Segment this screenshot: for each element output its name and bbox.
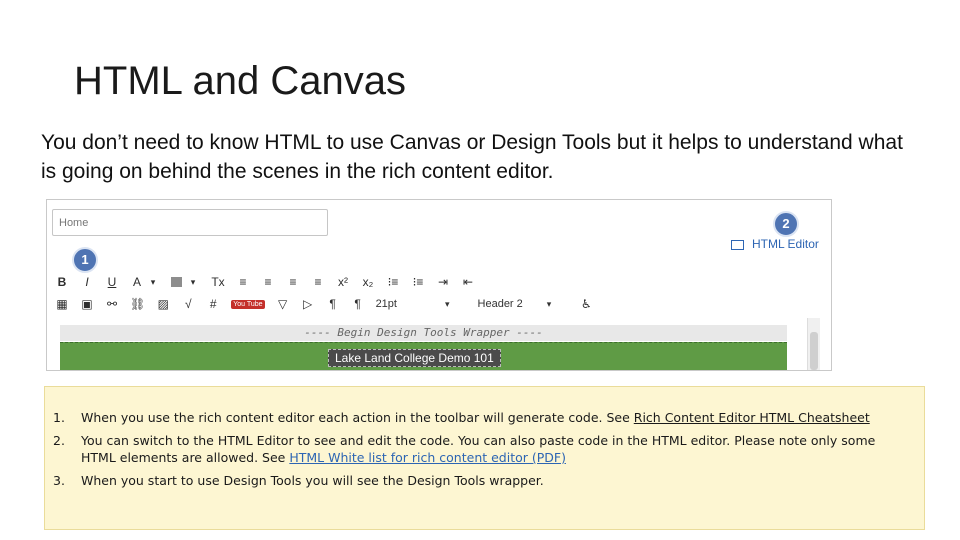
html-whitelist-link[interactable]: HTML White list for rich content editor … <box>289 450 566 465</box>
font-size-dropdown-icon: ▾ <box>444 299 450 309</box>
list-number: 2. <box>53 433 65 448</box>
format-dropdown-icon: ▾ <box>546 299 552 309</box>
bold-button[interactable]: B <box>55 275 69 289</box>
design-tools-header-band: Lake Land College Demo 101 <box>60 342 787 370</box>
slide-title: HTML and Canvas <box>74 59 406 103</box>
rich-content-area[interactable]: ---- Begin Design Tools Wrapper ---- Lak… <box>60 320 787 370</box>
list-number: 3. <box>53 473 65 488</box>
text-color-dropdown-icon[interactable]: ▾ <box>146 277 160 288</box>
font-size-select[interactable]: 21pt ▾ <box>376 298 450 310</box>
italic-button[interactable]: I <box>80 275 94 289</box>
paragraph-ltr-icon[interactable]: ¶ <box>326 297 340 311</box>
superscript-button[interactable]: x² <box>336 275 350 289</box>
indent-button[interactable]: ⇥ <box>436 275 450 289</box>
table-icon[interactable]: ▦ <box>55 297 69 311</box>
list-item: 1. When you use the rich content editor … <box>53 409 913 426</box>
paragraph-rtl-icon[interactable]: ¶ <box>351 297 365 311</box>
lti-icon[interactable]: ▽ <box>276 297 290 311</box>
course-title-banner: Lake Land College Demo 101 <box>328 349 501 367</box>
list-number: 1. <box>53 410 65 425</box>
notes-box: 1. When you use the rich content editor … <box>44 386 925 530</box>
youtube-icon[interactable]: You Tube <box>231 299 265 309</box>
embed-icon[interactable]: ▷ <box>301 297 315 311</box>
text-color-button[interactable]: A <box>130 275 144 289</box>
accessibility-icon[interactable]: ♿ <box>579 297 593 311</box>
subscript-button[interactable]: x₂ <box>361 275 375 289</box>
numbered-list-button[interactable]: ⁝≡ <box>411 275 425 289</box>
badge-2-icon: 2 <box>773 211 799 237</box>
page-title-input[interactable]: Home <box>52 209 328 236</box>
list-item: 2. You can switch to the HTML Editor to … <box>53 432 913 466</box>
image-icon[interactable]: ▨ <box>156 297 170 311</box>
toolbar-row-insert: ▦ ▣ ⚯ ⛓ ▨ √ # You Tube ▽ ▷ ¶ ¶ 21pt ▾ Hea… <box>55 294 604 314</box>
html-editor-label: HTML Editor <box>752 237 819 251</box>
intro-text: You don’t need to know HTML to use Canva… <box>41 131 903 183</box>
editor-scrollbar[interactable] <box>807 318 820 370</box>
hashtag-icon[interactable]: # <box>206 297 220 311</box>
highlight-dropdown-icon[interactable]: ▾ <box>186 277 200 288</box>
font-size-value: 21pt <box>375 298 397 310</box>
design-tools-wrapper-banner: ---- Begin Design Tools Wrapper ---- <box>60 325 787 341</box>
list-item: 3. When you start to use Design Tools yo… <box>53 472 913 489</box>
align-justify-button[interactable]: ≡ <box>311 275 325 289</box>
format-select[interactable]: Header 2 ▾ <box>478 298 552 310</box>
clear-format-button[interactable]: Tx <box>211 275 225 289</box>
link-icon[interactable]: ⚯ <box>105 297 119 311</box>
align-center-button[interactable]: ≡ <box>261 275 275 289</box>
html-editor-link[interactable]: HTML Editor <box>731 237 819 251</box>
editor-screenshot: Home 1 2 3 HTML Editor B I U A ▾ ▾ Tx ≡ … <box>46 199 832 371</box>
align-left-button[interactable]: ≡ <box>236 275 250 289</box>
bullet-list-button[interactable]: ⁝≡ <box>386 275 400 289</box>
media-icon[interactable]: ▣ <box>80 297 94 311</box>
equation-icon[interactable]: √ <box>181 297 195 311</box>
toolbar-row-formatting: B I U A ▾ ▾ Tx ≡ ≡ ≡ ≡ x² x₂ ⁝≡ ⁝≡ ⇥ ⇤ <box>55 272 486 292</box>
badge-1-icon: 1 <box>72 247 98 273</box>
format-value: Header 2 <box>477 298 523 310</box>
align-right-button[interactable]: ≡ <box>286 275 300 289</box>
underline-button[interactable]: U <box>105 275 119 289</box>
rce-cheatsheet-link[interactable]: Rich Content Editor HTML Cheatsheet <box>634 410 870 425</box>
list-text: When you start to use Design Tools you w… <box>81 473 544 488</box>
outdent-button[interactable]: ⇤ <box>461 275 475 289</box>
unlink-icon[interactable]: ⛓ <box>130 297 145 311</box>
list-text: When you use the rich content editor eac… <box>81 410 634 425</box>
html-editor-icon <box>731 239 744 250</box>
notes-list: 1. When you use the rich content editor … <box>53 409 913 495</box>
highlight-color-button[interactable] <box>171 277 182 287</box>
scrollbar-thumb[interactable] <box>810 332 818 370</box>
